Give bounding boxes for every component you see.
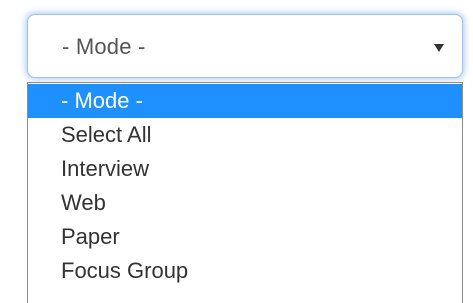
mode-dropdown-list[interactable]: - Mode - Select All Interview Web Paper … <box>27 82 463 303</box>
mode-select[interactable]: - Mode - <box>27 14 463 78</box>
option-paper[interactable]: Paper <box>28 220 462 254</box>
chevron-down-icon[interactable] <box>434 44 444 52</box>
option-interview[interactable]: Interview <box>28 152 462 186</box>
option-mode-placeholder[interactable]: - Mode - <box>28 84 462 118</box>
option-select-all[interactable]: Select All <box>28 118 462 152</box>
mode-select-value: - Mode - <box>62 34 146 59</box>
option-web[interactable]: Web <box>28 186 462 220</box>
option-focus-group[interactable]: Focus Group <box>28 254 462 288</box>
